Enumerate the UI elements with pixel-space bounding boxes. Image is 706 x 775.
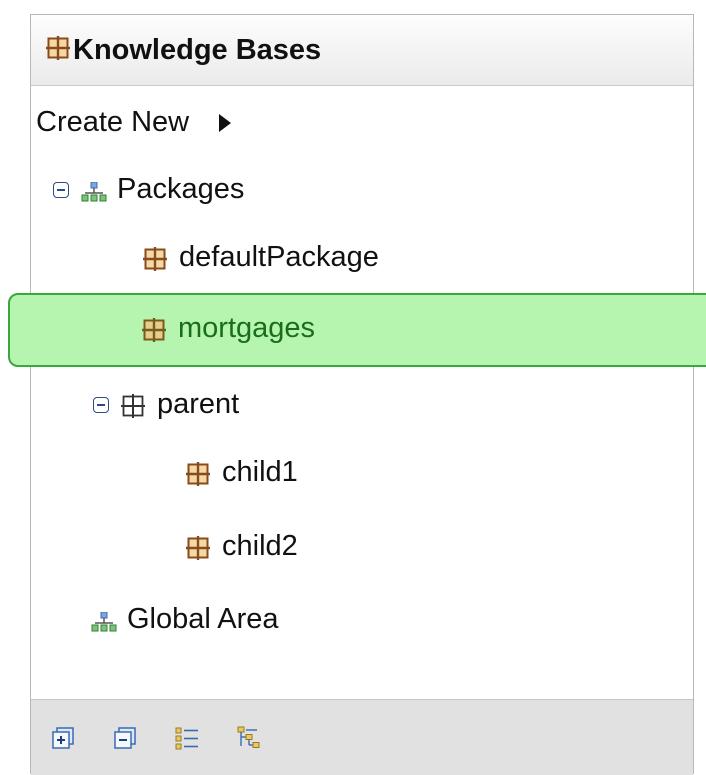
panel-header: Knowledge Bases	[31, 15, 693, 86]
tree-item-child1[interactable]: child1	[186, 456, 298, 489]
hierarchical-view-icon[interactable]	[237, 726, 261, 750]
submenu-arrow-icon	[219, 113, 232, 132]
tree-item-label: child2	[222, 530, 298, 562]
selected-tree-item-highlight: mortgages	[8, 293, 706, 367]
tree-item-label: mortgages	[178, 312, 316, 344]
expand-all-icon[interactable]	[51, 726, 75, 750]
tree-item-parent[interactable]: parent	[93, 388, 239, 421]
create-new-label: Create New	[36, 106, 190, 138]
hierarchy-icon	[81, 179, 107, 201]
tree-item-label: Packages	[117, 173, 245, 205]
package-icon	[186, 461, 210, 486]
package-icon	[143, 246, 167, 271]
tree-item-label: Global Area	[127, 603, 279, 635]
panel-toolbar	[31, 699, 693, 775]
collapse-all-icon[interactable]	[113, 726, 137, 750]
knowledge-bases-panel: Knowledge Bases Create New Packages defa…	[30, 14, 694, 775]
tree-item-label: child1	[222, 456, 298, 488]
package-icon	[142, 317, 166, 342]
panel-title: Knowledge Bases	[73, 33, 322, 66]
tree-item-label: defaultPackage	[179, 241, 379, 273]
collapse-toggle-icon[interactable]	[93, 396, 109, 413]
tree-item-mortgages[interactable]: mortgages	[142, 312, 315, 345]
tree-item-global-area[interactable]: Global Area	[91, 603, 279, 636]
package-icon	[46, 35, 70, 65]
collapse-toggle-icon[interactable]	[53, 181, 69, 198]
tree-item-child2[interactable]: child2	[186, 530, 298, 563]
tree-item-defaultpackage[interactable]: defaultPackage	[143, 241, 379, 274]
create-new-menu[interactable]: Create New	[36, 106, 232, 139]
hierarchy-icon	[91, 609, 117, 631]
tree-item-label: parent	[157, 388, 240, 420]
tree-item-packages[interactable]: Packages	[53, 173, 244, 206]
flat-view-icon[interactable]	[175, 726, 199, 750]
folder-package-icon	[121, 393, 145, 418]
package-icon	[186, 535, 210, 560]
